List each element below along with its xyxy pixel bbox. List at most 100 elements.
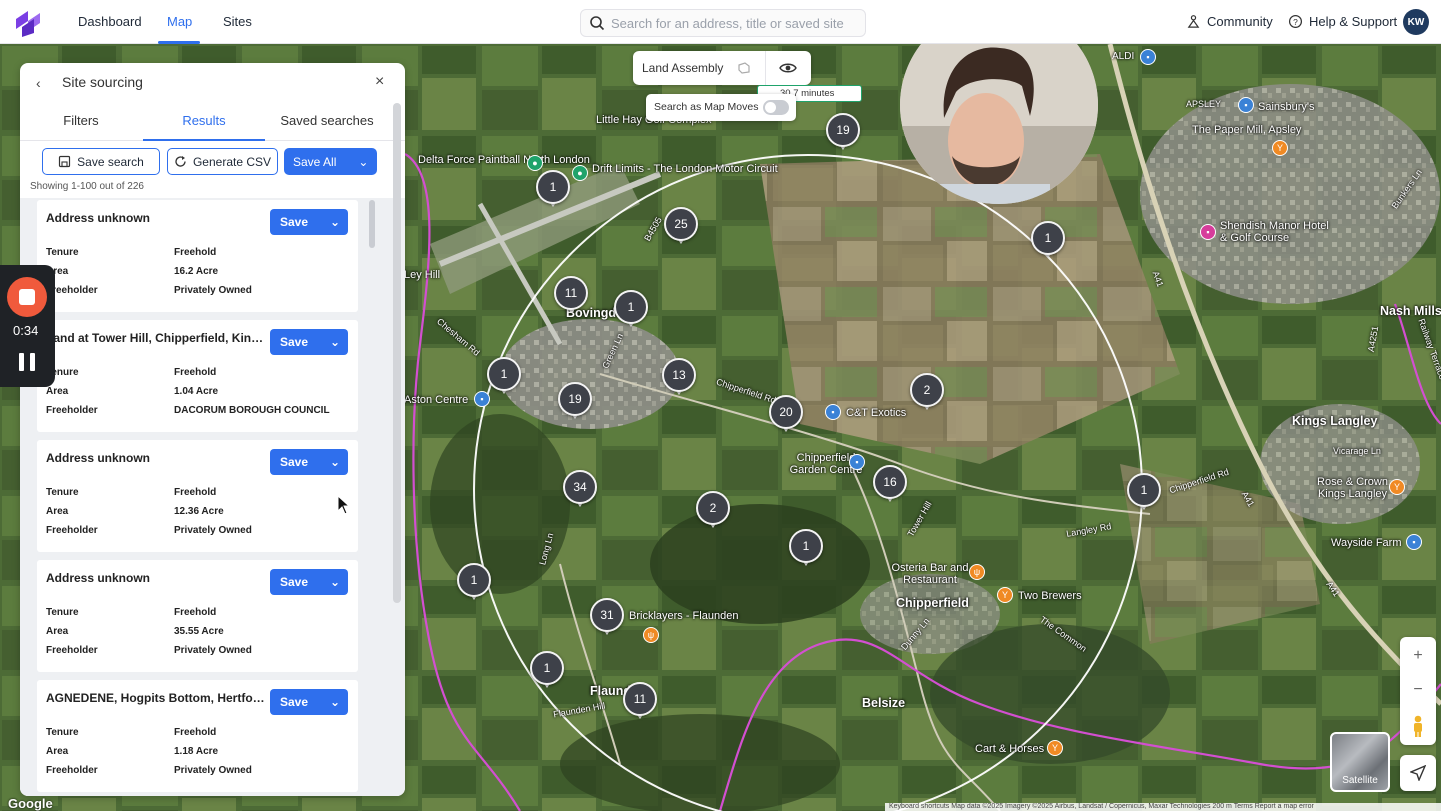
nav-active-indicator	[158, 41, 200, 44]
search-as-map-moves-toggle[interactable]	[763, 100, 789, 115]
poi-aldi-icon[interactable]: ▪	[1140, 49, 1156, 65]
result-save-label: Save	[280, 695, 309, 709]
cluster-marker[interactable]: 11	[623, 682, 657, 724]
result-card[interactable]: Land at Tower Hill, Chipperfield, Kings.…	[37, 320, 358, 432]
poi-garden-centre-icon[interactable]: ▪	[849, 454, 865, 470]
land-assembly-control[interactable]: Land Assembly	[633, 51, 811, 85]
tab-saved-searches[interactable]: Saved searches	[266, 113, 388, 128]
nav-dashboard[interactable]: Dashboard	[78, 14, 142, 29]
result-card[interactable]: AGNEDENE, Hogpits Bottom, Hertford... Sa…	[37, 680, 358, 792]
cluster-marker[interactable]: 1	[1127, 473, 1161, 515]
nav-sites[interactable]: Sites	[223, 14, 252, 29]
nav-map[interactable]: Map	[167, 14, 192, 29]
poi-paper-mill-icon[interactable]: Y	[1272, 140, 1288, 156]
result-save-button[interactable]: Save ⌄	[270, 569, 348, 595]
generate-csv-button[interactable]: Generate CSV	[167, 148, 278, 175]
result-save-button[interactable]: Save ⌄	[270, 209, 348, 235]
cluster-marker[interactable]: 2	[696, 491, 730, 533]
chevron-left-icon[interactable]: ‹	[36, 75, 41, 91]
cluster-marker[interactable]: 1	[536, 170, 570, 212]
tenure-label: Tenure	[46, 487, 79, 498]
cluster-marker[interactable]: 19	[558, 382, 592, 424]
cluster-marker[interactable]: 20	[769, 395, 803, 437]
cluster-marker[interactable]: 2	[910, 373, 944, 415]
save-search-button[interactable]: Save search	[42, 148, 160, 175]
cluster-marker[interactable]: 16	[873, 465, 907, 507]
result-save-button[interactable]: Save ⌄	[270, 689, 348, 715]
cluster-marker[interactable]: 1	[487, 357, 521, 399]
result-save-label: Save	[280, 575, 309, 589]
save-search-label: Save search	[77, 154, 144, 169]
poi-ct-exotics-icon[interactable]: ▪	[825, 404, 841, 420]
label-nash-mills: Nash Mills	[1380, 304, 1441, 318]
parcel-icon[interactable]	[737, 61, 751, 75]
poi-circuit-icon[interactable]: ●	[572, 165, 588, 181]
navigation-arrow-icon	[1410, 765, 1426, 781]
cluster-marker[interactable]: 19	[826, 113, 860, 155]
label-wayside-farm: Wayside Farm	[1331, 537, 1402, 549]
user-avatar[interactable]: KW	[1403, 9, 1429, 35]
cluster-marker[interactable]: 1	[789, 529, 823, 571]
tab-filters[interactable]: Filters	[20, 113, 142, 128]
site-sourcing-panel: ‹ Site sourcing × Filters Results Saved …	[20, 63, 405, 796]
close-icon[interactable]: ×	[375, 73, 384, 91]
cluster-marker[interactable]: 25	[664, 207, 698, 249]
cluster-marker[interactable]: 1	[614, 290, 648, 332]
google-logo: Google	[8, 796, 53, 811]
poi-wayside-icon[interactable]: ▪	[1406, 534, 1422, 550]
save-all-button[interactable]: Save All ⌄	[284, 148, 377, 175]
chevron-down-icon: ⌄	[330, 215, 341, 229]
poi-osteria-icon[interactable]: ψ	[969, 564, 985, 580]
poi-cart-horses-icon[interactable]: Y	[1047, 740, 1063, 756]
stop-icon	[19, 289, 35, 305]
poi-paintball-icon[interactable]: ●	[527, 155, 543, 171]
eye-icon[interactable]	[779, 60, 797, 76]
community-icon	[1187, 15, 1200, 28]
tab-active-indicator	[143, 139, 265, 141]
cluster-marker[interactable]: 1	[530, 651, 564, 693]
stop-recording-button[interactable]	[7, 277, 47, 317]
result-card[interactable]: Address unknown Save ⌄ Tenure Freehold Ar…	[37, 440, 358, 552]
search-as-map-moves-control[interactable]: Search as Map Moves	[646, 94, 796, 121]
poi-sainsburys-icon[interactable]: ▪	[1238, 97, 1254, 113]
locate-button[interactable]	[1400, 755, 1436, 791]
satellite-toggle[interactable]: Satellite	[1330, 732, 1390, 792]
chevron-down-icon: ⌄	[330, 575, 341, 589]
result-save-button[interactable]: Save ⌄	[270, 449, 348, 475]
community-link[interactable]: Community	[1186, 14, 1273, 29]
mouse-cursor-icon	[337, 495, 351, 515]
tab-results[interactable]: Results	[143, 113, 265, 128]
chevron-down-icon: ⌄	[330, 695, 341, 709]
label-shendish: Shendish Manor Hotel & Golf Course	[1220, 220, 1329, 244]
app-logo[interactable]	[12, 7, 44, 39]
zoom-control: + −	[1400, 637, 1436, 745]
result-save-button[interactable]: Save ⌄	[270, 329, 348, 355]
zoom-out-button[interactable]: −	[1400, 681, 1436, 699]
panel-scrollbar[interactable]	[393, 103, 401, 603]
pause-icon[interactable]	[19, 353, 35, 371]
map-attribution[interactable]: Keyboard shortcuts Map data ©2025 Imager…	[885, 803, 1441, 811]
cluster-marker[interactable]: 13	[662, 358, 696, 400]
pegman-icon[interactable]	[1411, 715, 1425, 737]
cluster-marker[interactable]: 1	[457, 563, 491, 605]
result-save-label: Save	[280, 215, 309, 229]
cluster-marker[interactable]: 31	[590, 598, 624, 640]
cluster-marker[interactable]: 34	[563, 470, 597, 512]
global-search[interactable]	[580, 9, 866, 37]
svg-text:?: ?	[1293, 17, 1298, 27]
area-value: 12.36 Acre	[174, 506, 224, 517]
results-scrollbar[interactable]	[369, 200, 375, 248]
result-card[interactable]: Address unknown Save ⌄ Tenure Freehold Ar…	[37, 560, 358, 672]
zoom-in-button[interactable]: +	[1400, 647, 1436, 665]
panel-title: Site sourcing	[62, 74, 143, 90]
cluster-marker[interactable]: 1	[1031, 221, 1065, 263]
poi-restaurant-icon[interactable]: ψ	[643, 627, 659, 643]
poi-pub-icon[interactable]: Y	[997, 587, 1013, 603]
result-card[interactable]: Address unknown Save ⌄ Tenure Freehold Ar…	[37, 200, 358, 312]
poi-rose-crown-icon[interactable]: Y	[1389, 479, 1405, 495]
cluster-marker[interactable]: 11	[554, 276, 588, 318]
help-link[interactable]: ? Help & Support	[1288, 14, 1397, 29]
poi-hotel-icon[interactable]: ▪	[1200, 224, 1216, 240]
search-input[interactable]	[611, 15, 861, 31]
save-all-label: Save All	[293, 154, 337, 169]
